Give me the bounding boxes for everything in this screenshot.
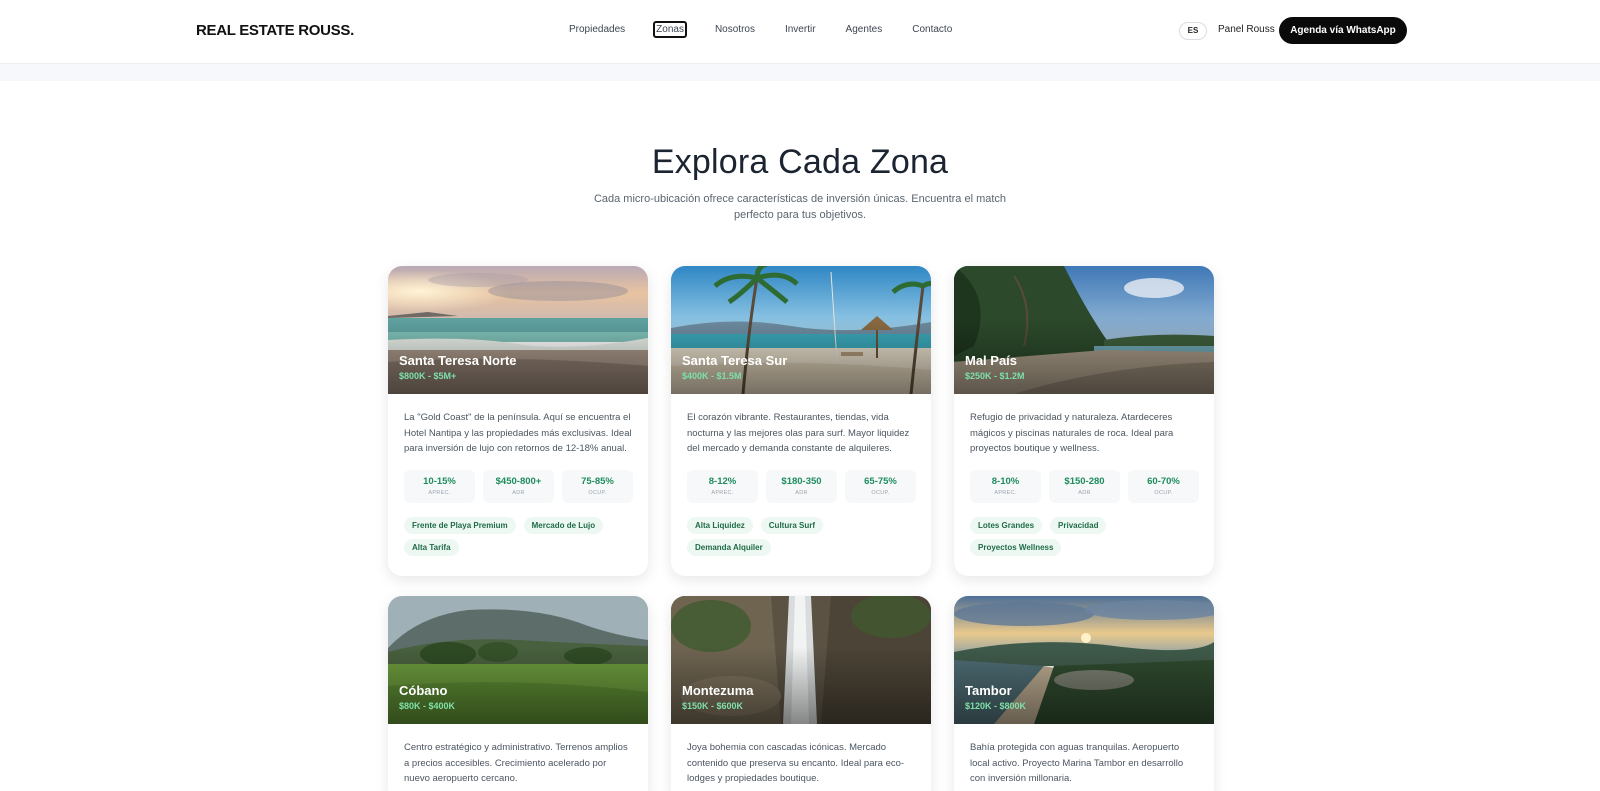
zone-tag: Privacidad xyxy=(1050,517,1107,534)
zone-tags: Frente de Playa Premium Mercado de Lujo … xyxy=(404,517,633,561)
zone-price: $400K - $1.5M xyxy=(682,371,742,381)
zone-name: Santa Teresa Sur xyxy=(682,353,788,368)
site-header: REAL ESTATE ROUSS. Propiedades Zonas Nos… xyxy=(0,0,1600,64)
stat-label: ADR xyxy=(1078,490,1091,496)
stat-appreciation: 8-10% APREC. xyxy=(970,470,1041,503)
stat-value: $450-800+ xyxy=(495,476,542,487)
zone-name: Cóbano xyxy=(399,683,448,698)
zone-tags: Alta Liquidez Cultura Surf Demanda Alqui… xyxy=(687,517,916,561)
zone-name: Mal País xyxy=(965,353,1018,368)
stat-value: 8-12% xyxy=(708,476,737,487)
zone-price: $150K - $600K xyxy=(682,701,744,711)
zone-tag: Demanda Alquiler xyxy=(687,539,771,556)
zone-price: $800K - $5M+ xyxy=(399,371,457,381)
zone-image-jungle-beach: Mal País $250K - $1.2M xyxy=(954,266,1214,394)
zone-image-sunset-beach: Santa Teresa Norte $800K - $5M+ xyxy=(388,266,648,394)
zone-image-bay-aerial: Tambor $120K - $800K xyxy=(954,596,1214,724)
nav-nosotros[interactable]: Nosotros xyxy=(713,21,757,38)
section-title: Explora Cada Zona xyxy=(651,143,949,181)
zone-description: La "Gold Coast" de la península. Aquí se… xyxy=(404,412,632,454)
zone-name: Santa Teresa Norte xyxy=(399,353,517,368)
zone-tag: Lotes Grandes xyxy=(970,517,1043,534)
zone-price: $120K - $800K xyxy=(965,701,1027,711)
stat-value: $150-280 xyxy=(1064,476,1105,487)
stat-value: 10-15% xyxy=(423,476,456,487)
zone-name: Montezuma xyxy=(682,683,754,698)
zone-card[interactable]: Santa Teresa Sur $400K - $1.5M El corazó… xyxy=(671,266,931,576)
header-band xyxy=(0,64,1600,81)
zone-image-palm-beach-umbrella: Santa Teresa Sur $400K - $1.5M xyxy=(671,266,931,394)
zone-description: Bahía protegida con aguas tranquilas. Ae… xyxy=(970,742,1184,784)
stat-value: 8-10% xyxy=(991,476,1020,487)
stat-label: OCUP. xyxy=(871,490,890,496)
zone-image-waterfall: Montezuma $150K - $600K xyxy=(671,596,931,724)
whatsapp-cta-button[interactable]: Agenda vía WhatsApp xyxy=(1279,17,1407,44)
panel-link[interactable]: Panel Rouss xyxy=(1218,24,1275,35)
section-subtitle: Cada micro-ubicación ofrece característi… xyxy=(593,193,1007,221)
stat-adr: $450-800+ ADR xyxy=(483,470,554,503)
stat-label: APREC. xyxy=(428,490,451,496)
stat-occupancy: 75-85% OCUP. xyxy=(562,470,633,503)
zone-tag: Alta Tarifa xyxy=(404,539,459,556)
zone-card[interactable]: Mal País $250K - $1.2M Refugio de privac… xyxy=(954,266,1214,576)
stat-value: $180-350 xyxy=(781,476,822,487)
nav-agentes[interactable]: Agentes xyxy=(844,21,885,38)
stat-appreciation: 10-15% APREC. xyxy=(404,470,475,503)
zone-tag: Mercado de Lujo xyxy=(523,517,604,534)
stat-label: OCUP. xyxy=(588,490,607,496)
zone-image-green-valley: Cóbano $80K - $400K xyxy=(388,596,648,724)
zone-tag: Cultura Surf xyxy=(760,517,824,534)
site-logo[interactable]: REAL ESTATE ROUSS. xyxy=(196,22,354,39)
zone-tag: Alta Liquidez xyxy=(687,517,753,534)
main-nav: Propiedades Zonas Nosotros Invertir Agen… xyxy=(567,21,980,38)
nav-invertir[interactable]: Invertir xyxy=(783,21,818,38)
zone-stats: 8-10% APREC. $150-280 ADR 60-70% OCUP. xyxy=(970,470,1199,503)
stat-label: ADR xyxy=(795,490,808,496)
zone-tag: Proyectos Wellness xyxy=(970,539,1062,556)
zone-card[interactable]: Montezuma $150K - $600K Joya bohemia con… xyxy=(671,596,931,791)
zone-tags: Lotes Grandes Privacidad Proyectos Welln… xyxy=(970,517,1199,561)
stat-value: 65-75% xyxy=(864,476,897,487)
zone-card[interactable]: Cóbano $80K - $400K Centro estratégico y… xyxy=(388,596,648,791)
stat-value: 60-70% xyxy=(1147,476,1180,487)
zone-stats: 10-15% APREC. $450-800+ ADR 75-85% OCUP. xyxy=(404,470,633,503)
stat-adr: $150-280 ADR xyxy=(1049,470,1120,503)
stat-adr: $180-350 ADR xyxy=(766,470,837,503)
stat-value: 75-85% xyxy=(581,476,614,487)
nav-contacto[interactable]: Contacto xyxy=(910,21,954,38)
stat-label: ADR xyxy=(512,490,525,496)
zone-card[interactable]: Tambor $120K - $800K Bahía protegida con… xyxy=(954,596,1214,791)
zone-description: Joya bohemia con cascadas icónicas. Merc… xyxy=(687,742,905,784)
zone-description: Centro estratégico y administrativo. Ter… xyxy=(404,742,628,784)
stat-label: APREC. xyxy=(994,490,1017,496)
zone-card[interactable]: Santa Teresa Norte $800K - $5M+ La "Gold… xyxy=(388,266,648,576)
nav-zonas[interactable]: Zonas xyxy=(653,21,687,38)
zone-description: Refugio de privacidad y naturaleza. Atar… xyxy=(970,412,1174,454)
zone-tag: Frente de Playa Premium xyxy=(404,517,516,534)
stat-occupancy: 60-70% OCUP. xyxy=(1128,470,1199,503)
stat-label: APREC. xyxy=(711,490,734,496)
zone-name: Tambor xyxy=(965,683,1012,698)
zone-price: $250K - $1.2M xyxy=(965,371,1025,381)
stat-appreciation: 8-12% APREC. xyxy=(687,470,758,503)
zone-price: $80K - $400K xyxy=(399,701,456,711)
zone-stats: 8-12% APREC. $180-350 ADR 65-75% OCUP. xyxy=(687,470,916,503)
zone-description: El corazón vibrante. Restaurantes, tiend… xyxy=(687,412,910,454)
language-toggle[interactable]: ES xyxy=(1179,22,1207,40)
stat-occupancy: 65-75% OCUP. xyxy=(845,470,916,503)
nav-propiedades[interactable]: Propiedades xyxy=(567,21,627,38)
stat-label: OCUP. xyxy=(1154,490,1173,496)
